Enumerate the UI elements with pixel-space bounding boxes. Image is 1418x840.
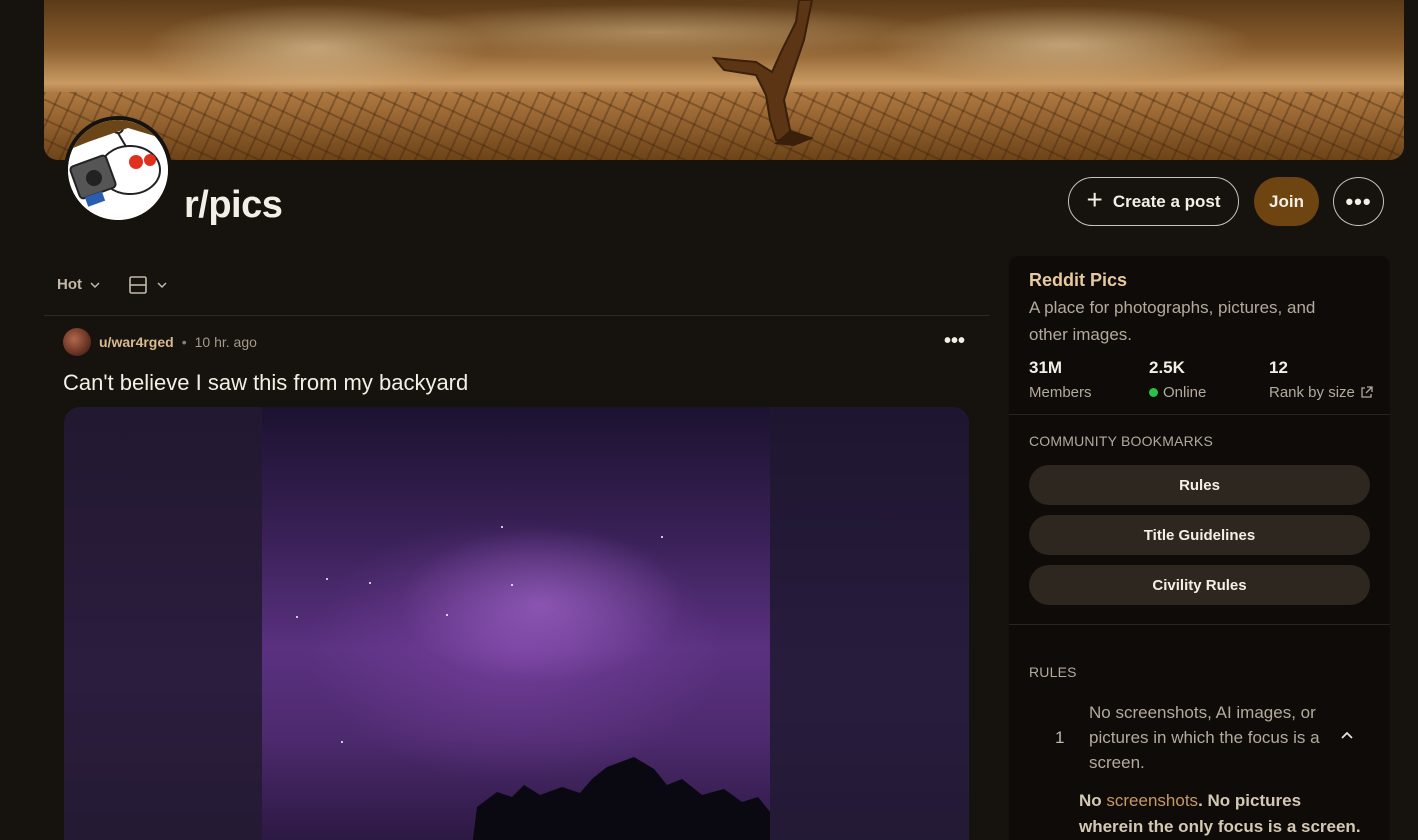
stat-online: 2.5K Online [1149,358,1206,401]
sort-dropdown[interactable]: Hot [57,276,100,293]
join-button[interactable]: Join [1254,177,1319,226]
rule-number: 1 [1055,728,1065,747]
rule-detail-link[interactable]: screenshots [1106,791,1198,810]
dead-tree-icon [711,0,814,146]
meta-separator: • [181,334,187,350]
sidebar-title: Reddit Pics [1029,270,1128,290]
create-post-button[interactable]: + Create a post [1068,177,1239,226]
stat-label: Rank by size [1269,384,1355,401]
post-title[interactable]: Can't believe I saw this from my backyar… [63,370,468,396]
ellipsis-icon: ••• [1345,188,1372,214]
bookmark-rules[interactable]: Rules [1029,465,1370,505]
stat-value: 2.5K [1149,358,1185,377]
post-author[interactable]: u/war4rged [99,334,174,350]
image-blur-left [64,407,262,840]
rule-detail: No screenshots. No pictures wherein the … [1079,788,1369,840]
plus-icon: + [1086,184,1103,215]
stat-members: 31M Members [1029,358,1092,401]
stat-value: 31M [1029,358,1063,377]
stat-label: Online [1163,384,1207,401]
sidebar-divider [1009,414,1390,415]
post-time: 10 hr. ago [194,334,257,350]
snoo-camera-icon [68,120,168,220]
ellipsis-icon: ••• [944,330,966,352]
external-link-icon [1361,386,1373,398]
community-sidebar: Reddit Pics A place for photographs, pic… [1009,256,1390,840]
image-blur-right [770,407,969,840]
bookmarks-heading: COMMUNITY BOOKMARKS [1029,433,1214,449]
chevron-down-icon [157,282,167,289]
sidebar-description: A place for photographs, pictures, and o… [1029,298,1316,344]
community-banner [44,0,1404,160]
feed-sort-bar: Hot [44,268,990,316]
online-dot-icon [1149,388,1158,397]
bookmark-title-guidelines[interactable]: Title Guidelines [1029,515,1370,555]
view-mode-dropdown[interactable] [129,276,167,294]
sort-label: Hot [57,276,82,293]
stat-value: 12 [1269,358,1288,377]
aurora-photo [262,407,770,840]
rules-heading: RULES [1029,664,1077,680]
create-post-label: Create a post [1112,191,1221,211]
stat-rank[interactable]: 12 Rank by size [1269,358,1373,401]
sidebar-divider [1009,624,1390,625]
rule-detail-pre: No [1079,791,1107,810]
rule-summary[interactable]: No screenshots, AI images, or pictures i… [1089,700,1339,775]
stat-label: Members [1029,384,1092,401]
card-view-icon [129,276,147,294]
bookmark-civility-rules[interactable]: Civility Rules [1029,565,1370,605]
post-options-button[interactable]: ••• [944,330,965,353]
author-avatar[interactable] [63,328,91,356]
community-name: r/pics [184,184,283,226]
community-avatar [64,116,172,224]
post-meta: u/war4rged • 10 hr. ago [63,328,257,356]
chevron-up-icon[interactable] [1339,728,1355,744]
trees-silhouette [296,526,770,840]
more-options-button[interactable]: ••• [1333,177,1384,226]
post-image[interactable] [64,407,969,840]
chevron-down-icon [90,281,100,288]
